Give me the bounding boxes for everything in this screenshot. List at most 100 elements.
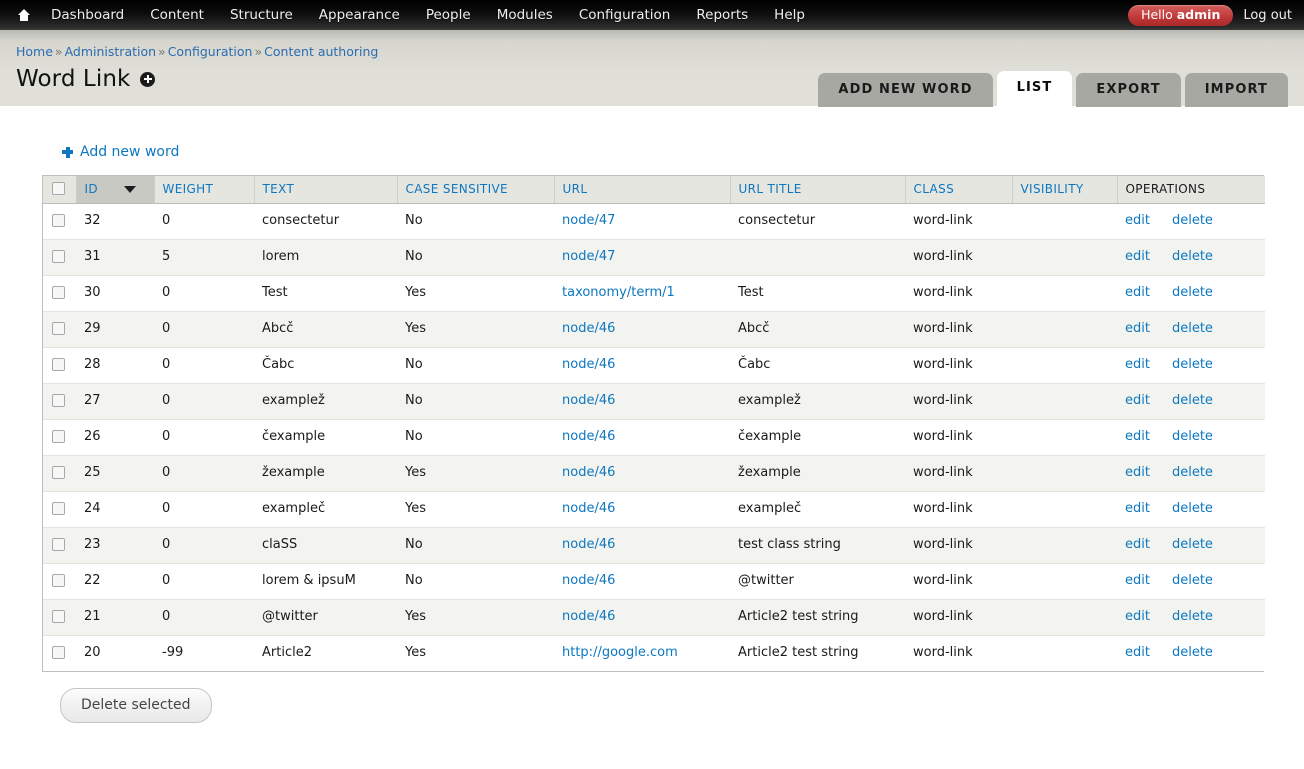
toolbar-link-appearance[interactable]: Appearance — [306, 0, 413, 30]
edit-link[interactable]: edit — [1125, 393, 1150, 408]
select-all-checkbox[interactable] — [52, 182, 65, 195]
delete-link[interactable]: delete — [1172, 537, 1213, 552]
breadcrumb-link-administration[interactable]: Administration — [65, 44, 156, 59]
edit-link[interactable]: edit — [1125, 501, 1150, 516]
cell-id: 27 — [76, 383, 154, 420]
toolbar-link-dashboard[interactable]: Dashboard — [38, 0, 137, 30]
url-link[interactable]: node/46 — [562, 465, 615, 480]
tab-export[interactable]: EXPORT — [1076, 73, 1181, 107]
url-link[interactable]: node/46 — [562, 393, 615, 408]
row-select-cell — [43, 347, 76, 384]
toolbar-link-reports[interactable]: Reports — [683, 0, 761, 30]
tab-list[interactable]: LIST — [996, 71, 1073, 107]
edit-link[interactable]: edit — [1125, 249, 1150, 264]
header-text-label: TEXT — [262, 181, 295, 196]
row-checkbox[interactable] — [52, 646, 65, 660]
toolbar-menu-item: Modules — [484, 0, 566, 30]
header-url[interactable]: URL — [554, 175, 731, 204]
cell-operations: edit delete — [1117, 527, 1265, 564]
row-checkbox[interactable] — [52, 394, 65, 407]
url-link[interactable]: node/46 — [562, 429, 615, 444]
delete-selected-button[interactable]: Delete selected — [60, 688, 212, 723]
toolbar-link-modules[interactable]: Modules — [484, 0, 566, 30]
url-link[interactable]: node/46 — [562, 537, 615, 552]
breadcrumb-link-configuration[interactable]: Configuration — [168, 44, 253, 59]
row-checkbox[interactable] — [52, 250, 65, 263]
toolbar-link-configuration[interactable]: Configuration — [566, 0, 684, 30]
logout-link[interactable]: Log out — [1243, 8, 1292, 23]
cell-url-title: @twitter — [730, 563, 905, 600]
delete-link[interactable]: delete — [1172, 609, 1213, 624]
row-checkbox[interactable] — [52, 538, 65, 551]
cell-text: @twitter — [254, 599, 397, 636]
edit-link[interactable]: edit — [1125, 645, 1150, 660]
header-case-sensitive[interactable]: CASE SENSITIVE — [397, 175, 555, 204]
cell-class: word-link — [905, 419, 1012, 456]
edit-link[interactable]: edit — [1125, 465, 1150, 480]
delete-link[interactable]: delete — [1172, 429, 1213, 444]
tab-import[interactable]: IMPORT — [1184, 73, 1288, 107]
url-link[interactable]: node/46 — [562, 501, 615, 516]
tab-add-new-word[interactable]: ADD NEW WORD — [818, 73, 993, 107]
add-new-word-link[interactable]: Add new word — [62, 144, 179, 160]
cell-text: Article2 — [262, 645, 312, 661]
toolbar-link-people[interactable]: People — [413, 0, 484, 30]
row-checkbox[interactable] — [52, 358, 65, 371]
url-link[interactable]: node/46 — [562, 357, 615, 372]
header-url-title[interactable]: URL TITLE — [730, 175, 906, 204]
toolbar-link-help[interactable]: Help — [761, 0, 818, 30]
toolbar-link-content[interactable]: Content — [137, 0, 217, 30]
edit-link[interactable]: edit — [1125, 609, 1150, 624]
edit-link[interactable]: edit — [1125, 285, 1150, 300]
url-link[interactable]: node/47 — [562, 213, 615, 228]
row-checkbox[interactable] — [52, 286, 65, 299]
table-row: 23 0 claSS No node/46 test class string word-l… — [43, 527, 1265, 564]
edit-link[interactable]: edit — [1125, 321, 1150, 336]
edit-link[interactable]: edit — [1125, 357, 1150, 372]
url-link[interactable]: node/46 — [562, 321, 615, 336]
home-button[interactable] — [10, 0, 38, 30]
toolbar-link-structure[interactable]: Structure — [217, 0, 306, 30]
edit-link[interactable]: edit — [1125, 573, 1150, 588]
url-link[interactable]: node/46 — [562, 609, 615, 624]
header-weight[interactable]: WEIGHT — [154, 175, 255, 204]
url-link[interactable]: taxonomy/term/1 — [562, 285, 675, 300]
delete-link[interactable]: delete — [1172, 249, 1213, 264]
breadcrumb-link-home[interactable]: Home — [16, 44, 53, 59]
header-id[interactable]: ID — [76, 175, 155, 204]
delete-link[interactable]: delete — [1172, 645, 1213, 660]
delete-link[interactable]: delete — [1172, 285, 1213, 300]
row-checkbox[interactable] — [52, 322, 65, 335]
row-select-cell — [43, 563, 76, 600]
cell-visibility — [1012, 635, 1117, 671]
edit-link[interactable]: edit — [1125, 537, 1150, 552]
delete-link[interactable]: delete — [1172, 465, 1213, 480]
delete-link[interactable]: delete — [1172, 393, 1213, 408]
row-checkbox[interactable] — [52, 610, 65, 623]
edit-link[interactable]: edit — [1125, 429, 1150, 444]
delete-link[interactable]: delete — [1172, 321, 1213, 336]
header-text[interactable]: TEXT — [254, 175, 398, 204]
header-class[interactable]: CLASS — [905, 175, 1013, 204]
toolbar-user-area: Hello admin Log out — [1128, 0, 1292, 30]
row-checkbox[interactable] — [52, 574, 65, 587]
user-greeting-badge[interactable]: Hello admin — [1128, 4, 1234, 26]
header-visibility[interactable]: VISIBILITY — [1012, 175, 1118, 204]
delete-link[interactable]: delete — [1172, 573, 1213, 588]
row-checkbox[interactable] — [52, 502, 65, 515]
delete-link[interactable]: delete — [1172, 213, 1213, 228]
cell-text: žexample — [254, 455, 397, 492]
delete-link[interactable]: delete — [1172, 357, 1213, 372]
row-checkbox[interactable] — [52, 466, 65, 479]
plus-circle-icon[interactable] — [140, 71, 156, 87]
table-row: 22 0 lorem & ipsuM No node/46 @twitter word-li… — [43, 563, 1265, 600]
breadcrumb-link-content-authoring[interactable]: Content authoring — [264, 44, 378, 59]
edit-link[interactable]: edit — [1125, 213, 1150, 228]
url-link[interactable]: http://google.com — [562, 645, 678, 660]
cell-url: node/46 — [554, 563, 730, 600]
row-checkbox[interactable] — [52, 430, 65, 443]
delete-link[interactable]: delete — [1172, 501, 1213, 516]
url-link[interactable]: node/47 — [562, 249, 615, 264]
row-checkbox[interactable] — [52, 214, 65, 227]
url-link[interactable]: node/46 — [562, 573, 615, 588]
